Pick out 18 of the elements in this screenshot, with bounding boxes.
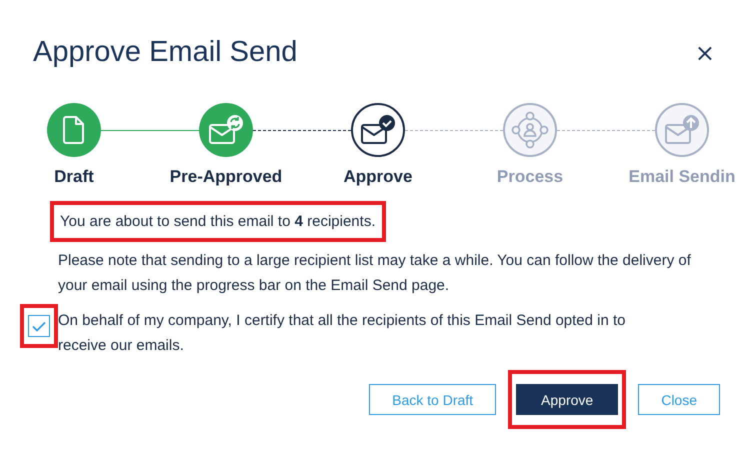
step-label: Draft bbox=[54, 167, 94, 187]
dialog-title: Approve Email Send bbox=[33, 36, 298, 69]
mail-check-icon bbox=[360, 114, 396, 146]
mail-refresh-icon bbox=[208, 114, 244, 146]
delivery-note: Please note that sending to a large recipient list may take a while. You can follow the delivery of your email using the progress bar on the Email Send page. bbox=[58, 251, 692, 296]
document-icon bbox=[63, 116, 85, 144]
step-label: Approve bbox=[344, 167, 412, 187]
check-icon bbox=[32, 320, 46, 332]
recipient-count-text: You are about to send this email to 4 recipients. bbox=[60, 213, 376, 230]
person-network-icon bbox=[511, 111, 549, 149]
step-label: Email Sendin bbox=[628, 167, 736, 187]
mail-upload-icon bbox=[664, 114, 700, 146]
checkbox[interactable] bbox=[28, 315, 50, 337]
certification-text: On behalf of my company, I certify that all the recipients of this Email Send opted in to receive our emails. bbox=[58, 311, 627, 356]
step-label: Pre-Approved bbox=[170, 167, 282, 187]
approve-button[interactable]: Approve bbox=[516, 384, 618, 415]
step-label: Process bbox=[496, 167, 564, 187]
close-button[interactable]: × bbox=[694, 40, 715, 64]
